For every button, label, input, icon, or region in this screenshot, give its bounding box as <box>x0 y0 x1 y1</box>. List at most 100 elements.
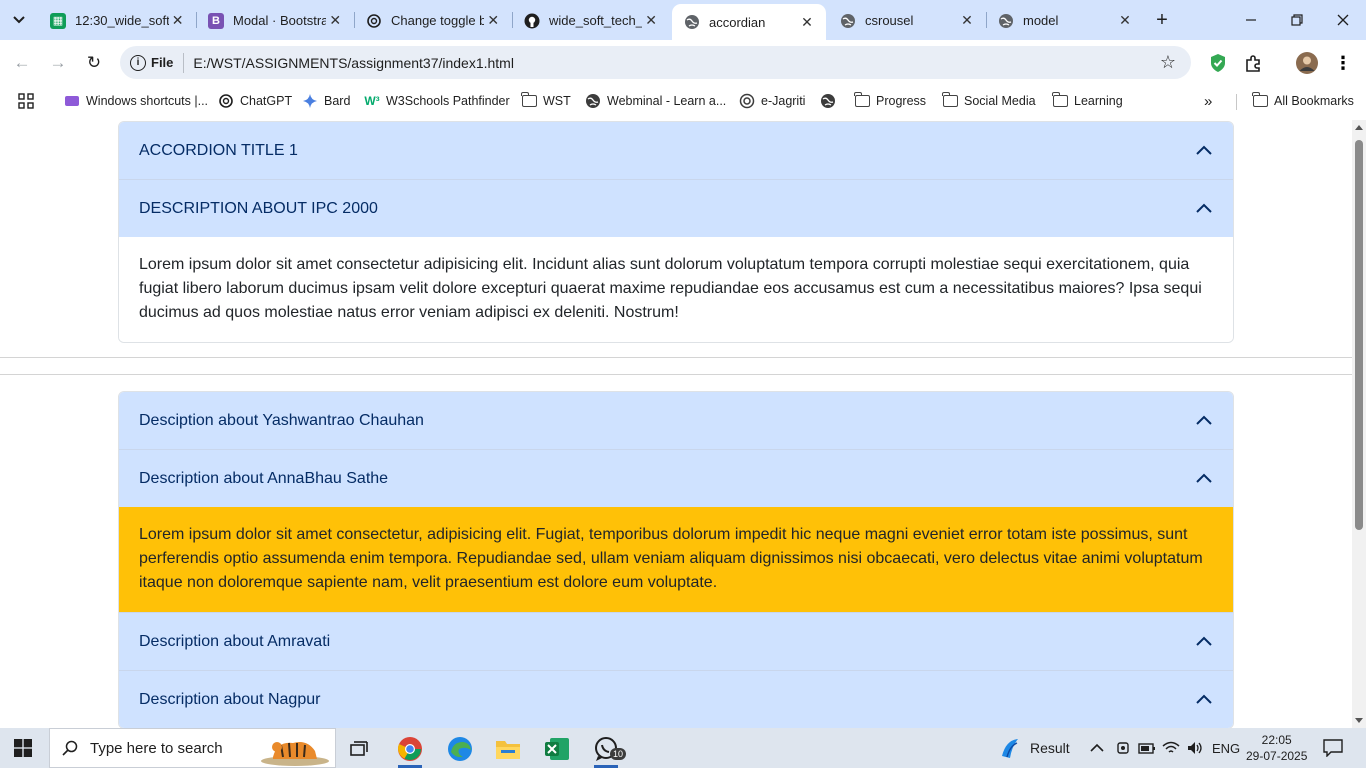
address-scheme: File <box>151 55 174 70</box>
battery-status[interactable] <box>1138 728 1156 768</box>
bookmark-w3schools[interactable]: W³ W3Schools Pathfinder <box>364 91 509 111</box>
address-bar[interactable]: i File E:/WST/ASSIGNMENTS/assignment37/i… <box>120 46 1191 79</box>
info-icon[interactable]: i <box>130 54 146 71</box>
page-scrollbar[interactable] <box>1352 120 1366 728</box>
all-bookmarks-button[interactable]: All Bookmarks <box>1251 91 1354 111</box>
taskbar-chrome[interactable] <box>390 732 430 768</box>
scroll-down-arrow-icon[interactable] <box>1355 718 1363 723</box>
accordion-item: DESCRIPTION ABOUT IPC 2000 Lorem ipsum d… <box>119 179 1233 342</box>
close-icon <box>1337 14 1349 26</box>
address-url[interactable]: E:/WST/ASSIGNMENTS/assignment37/index1.h… <box>193 55 1153 71</box>
restore-button[interactable] <box>1274 0 1320 40</box>
tab-model[interactable]: model ✕ <box>986 4 1144 37</box>
chevron-down-icon <box>13 16 25 24</box>
chevron-up-icon <box>1196 203 1212 213</box>
meet-now-button[interactable] <box>1115 728 1131 768</box>
accordion-title: Desciption about Yashwantrao Chauhan <box>139 411 424 429</box>
divider <box>0 374 1352 375</box>
bookmark-bard[interactable]: Bard <box>302 91 350 111</box>
accordion-header-amravati[interactable]: Description about Amravati <box>119 613 1233 670</box>
bookmark-folder-wst[interactable]: WST <box>520 91 571 111</box>
close-icon[interactable]: ✕ <box>326 12 344 30</box>
task-view-button[interactable] <box>340 732 380 766</box>
tab-accordian[interactable]: accordian ✕ <box>672 4 826 40</box>
forward-button[interactable]: → <box>44 49 72 77</box>
taskbar-file-explorer[interactable] <box>488 732 528 766</box>
tab-title: csrousel <box>865 13 914 28</box>
taskbar-search-box[interactable]: Type here to search <box>49 728 336 768</box>
taskbar-excel[interactable] <box>537 732 577 766</box>
network-status[interactable] <box>1162 728 1180 768</box>
minimize-button[interactable] <box>1228 0 1274 40</box>
accordion-header-yashwantrao-chauhan[interactable]: Desciption about Yashwantrao Chauhan <box>119 392 1233 449</box>
accordion-header-title-1[interactable]: ACCORDION TITLE 1 <box>119 122 1233 179</box>
globe-icon <box>840 13 856 29</box>
accordion-header-annabhau-sathe[interactable]: Description about AnnaBhau Sathe <box>119 450 1233 507</box>
close-window-button[interactable] <box>1320 0 1366 40</box>
reload-button[interactable]: ↻ <box>80 49 108 77</box>
w3schools-icon: W³ <box>364 94 380 108</box>
tab-csrousel[interactable]: csrousel ✕ <box>828 4 986 37</box>
language-indicator[interactable]: ENG <box>1212 728 1240 768</box>
bookmark-windows-shortcuts[interactable]: Windows shortcuts |... <box>64 91 208 111</box>
scrollbar-thumb[interactable] <box>1355 140 1363 530</box>
tab-title: 12:30_wide_soft_ <box>75 13 170 28</box>
taskbar-edge[interactable] <box>440 732 480 766</box>
edge-icon <box>448 737 472 761</box>
close-icon[interactable]: ✕ <box>642 12 660 30</box>
notifications-button[interactable] <box>1323 728 1343 768</box>
weather-widget[interactable]: Result <box>998 728 1070 768</box>
tab-search-button[interactable] <box>6 8 32 32</box>
github-icon <box>524 13 540 29</box>
apps-grid-button[interactable] <box>18 91 34 111</box>
browser-toolbar: ← → ↻ i File E:/WST/ASSIGNMENTS/assignme… <box>0 40 1366 86</box>
folder-icon <box>853 92 870 109</box>
back-button[interactable]: ← <box>8 49 36 77</box>
tab-sheets[interactable]: ▦ 12:30_wide_soft_ ✕ <box>38 4 196 37</box>
scroll-up-arrow-icon[interactable] <box>1355 125 1363 130</box>
bookmark-star-icon[interactable]: ☆ <box>1153 52 1183 73</box>
bookmark-folder-learning[interactable]: Learning <box>1051 91 1123 111</box>
shield-extension-icon[interactable] <box>1206 51 1230 75</box>
bookmark-globe[interactable] <box>820 91 842 111</box>
chevron-up-icon <box>1090 743 1104 752</box>
globe-icon <box>820 93 836 109</box>
search-icon <box>62 740 78 756</box>
tiger-illustration-icon <box>261 742 329 766</box>
bookmark-label: Bard <box>324 94 351 108</box>
windows-start-icon[interactable] <box>14 739 32 757</box>
close-icon[interactable]: ✕ <box>958 12 976 30</box>
tab-title: accordian <box>709 14 766 30</box>
taskbar-whatsapp[interactable]: 10 <box>586 732 627 768</box>
volume-control[interactable] <box>1186 728 1204 768</box>
accordion-item: Description about Nagpur <box>119 670 1233 728</box>
tab-bootstrap-modal[interactable]: B Modal · Bootstra ✕ <box>196 4 354 37</box>
bookmark-folder-social-media[interactable]: Social Media <box>941 91 1036 111</box>
chevron-up-icon <box>1196 694 1212 704</box>
close-icon[interactable]: ✕ <box>1116 12 1134 30</box>
bookmark-label: ChatGPT <box>240 94 293 108</box>
bookmark-webminal[interactable]: Webminal - Learn a... <box>585 91 726 111</box>
bookmark-folder-progress[interactable]: Progress <box>853 91 926 111</box>
new-tab-button[interactable]: + <box>1150 8 1174 32</box>
battery-icon <box>1138 743 1155 754</box>
chrome-icon <box>398 737 422 761</box>
profile-avatar[interactable] <box>1295 51 1319 75</box>
bookmark-chatgpt[interactable]: ChatGPT <box>218 91 292 111</box>
menu-kebab-icon[interactable]: ⋮ <box>1331 51 1355 75</box>
bookmark-e-jagriti[interactable]: e-Jagriti <box>739 91 805 111</box>
close-icon[interactable]: ✕ <box>798 13 816 31</box>
restore-icon <box>1291 14 1303 26</box>
globe-icon <box>684 14 700 30</box>
close-icon[interactable]: ✕ <box>169 12 186 30</box>
clock[interactable]: 22:05 29-07-2025 <box>1246 728 1307 768</box>
tab-chatgpt[interactable]: Change toggle b ✕ <box>354 4 512 37</box>
accordion-header-nagpur[interactable]: Description about Nagpur <box>119 671 1233 728</box>
close-icon[interactable]: ✕ <box>484 12 502 30</box>
show-hidden-icons-button[interactable] <box>1089 728 1105 768</box>
accordion-header-ipc-2000[interactable]: DESCRIPTION ABOUT IPC 2000 <box>119 180 1233 237</box>
tab-github[interactable]: wide_soft_tech_ ✕ <box>512 4 670 37</box>
more-bookmarks-button[interactable]: » <box>1204 91 1212 111</box>
extensions-puzzle-icon[interactable] <box>1242 51 1266 75</box>
folder-icon <box>1051 92 1068 109</box>
